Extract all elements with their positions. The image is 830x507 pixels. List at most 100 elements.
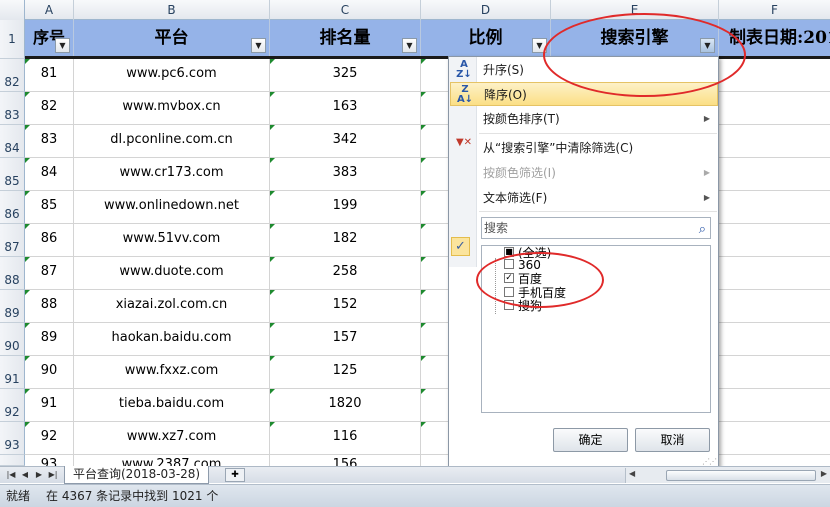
error-indicator-icon (421, 224, 426, 229)
cell-seq[interactable]: 87 (25, 257, 74, 290)
cell-platform[interactable]: www.fxxz.com (74, 356, 270, 389)
row-header[interactable]: 92 (0, 389, 25, 422)
horizontal-scrollbar[interactable]: ◀ ▶ (625, 468, 830, 483)
status-bar: 就绪 在 4367 条记录中找到 1021 个 (0, 484, 830, 507)
cell-rank[interactable]: 156 (270, 455, 421, 466)
row-header[interactable]: 89 (0, 290, 25, 323)
error-indicator-icon (25, 323, 30, 328)
cell-platform[interactable]: www.duote.com (74, 257, 270, 290)
next-sheet-icon[interactable]: ▶ (32, 468, 46, 482)
cell-seq-text: 93 (40, 457, 58, 466)
cell-rank[interactable]: 157 (270, 323, 421, 356)
row-header[interactable]: 85 (0, 158, 25, 191)
cell-seq-text: 85 (40, 198, 58, 213)
cell-platform[interactable]: www.pc6.com (74, 59, 270, 92)
row-header[interactable]: 83 (0, 92, 25, 125)
cell-platform[interactable]: www.2387.com (74, 455, 270, 466)
submenu-arrow-icon: ▶ (703, 114, 710, 123)
filter-search-input[interactable]: 搜索 ⌕ (481, 217, 711, 239)
cell-seq[interactable]: 84 (25, 158, 74, 191)
column-header-b[interactable]: B (74, 0, 270, 20)
cell-seq[interactable]: 91 (25, 389, 74, 422)
first-sheet-icon[interactable]: |◀ (4, 468, 18, 482)
row-header[interactable]: 82 (0, 59, 25, 92)
cell-rank[interactable]: 125 (270, 356, 421, 389)
cell-seq[interactable]: 89 (25, 323, 74, 356)
cell-platform[interactable]: tieba.baidu.com (74, 389, 270, 422)
cell-platform[interactable]: www.xz7.com (74, 422, 270, 455)
row-header[interactable]: 88 (0, 257, 25, 290)
select-all-corner[interactable] (0, 0, 25, 20)
cell-rank[interactable]: 152 (270, 290, 421, 323)
row-header[interactable]: 87 (0, 224, 25, 257)
cell-seq[interactable]: 88 (25, 290, 74, 323)
scroll-left-icon[interactable]: ◀ (629, 469, 635, 478)
cell-seq[interactable]: 85 (25, 191, 74, 224)
row-header[interactable]: 86 (0, 191, 25, 224)
error-indicator-icon (421, 290, 426, 295)
resize-grip-icon[interactable]: ⋰⋰ (702, 457, 717, 466)
column-header-c[interactable]: C (270, 0, 421, 20)
cell-seq[interactable]: 86 (25, 224, 74, 257)
clear-filter-item[interactable]: ▼✕ 从“搜索引擎”中清除筛选(C) (450, 136, 718, 160)
cell-platform[interactable]: www.51vv.com (74, 224, 270, 257)
cell-platform[interactable]: dl.pconline.com.cn (74, 125, 270, 158)
scroll-right-icon[interactable]: ▶ (821, 469, 827, 478)
cell-seq[interactable]: 82 (25, 92, 74, 125)
row-header[interactable]: 1 (0, 20, 25, 59)
row-header[interactable]: 84 (0, 125, 25, 158)
cell-rank[interactable]: 182 (270, 224, 421, 257)
insert-sheet-icon[interactable]: ✚ (225, 468, 245, 482)
row-header[interactable]: 91 (0, 356, 25, 389)
cell-rank[interactable]: 325 (270, 59, 421, 92)
header-platform-label: 平台 (154, 28, 189, 48)
filter-dropdown-button[interactable]: ▼ (55, 38, 70, 53)
cell-rank[interactable]: 199 (270, 191, 421, 224)
filter-by-color-item[interactable]: 按颜色筛选(I) ▶ (450, 161, 718, 185)
header-cell-rank: 排名量 ▼ (270, 20, 421, 56)
column-header-d[interactable]: D (421, 0, 551, 20)
scroll-thumb[interactable] (666, 470, 816, 481)
error-indicator-icon (421, 323, 426, 328)
cell-platform[interactable]: xiazai.zol.com.cn (74, 290, 270, 323)
cell-rank[interactable]: 163 (270, 92, 421, 125)
cell-rank[interactable]: 116 (270, 422, 421, 455)
cell-seq[interactable]: 93 (25, 455, 74, 466)
cell-rank[interactable]: 1820 (270, 389, 421, 422)
cell-seq[interactable]: 92 (25, 422, 74, 455)
prev-sheet-icon[interactable]: ◀ (18, 468, 32, 482)
cell-seq[interactable]: 83 (25, 125, 74, 158)
sheet-tab-bar: |◀ ◀ ▶ ▶| 平台查询(2018-03-28) ✚ ◀ ▶ (0, 466, 830, 484)
last-sheet-icon[interactable]: ▶| (46, 468, 60, 482)
row-header[interactable]: 93 (0, 422, 25, 455)
cell-platform[interactable]: www.mvbox.cn (74, 92, 270, 125)
cell-rank[interactable]: 258 (270, 257, 421, 290)
column-header-f[interactable]: F (719, 0, 830, 20)
text-filter-item[interactable]: 文本筛选(F) ▶ (450, 186, 718, 210)
sort-by-color-item[interactable]: 按颜色排序(T) ▶ (450, 107, 718, 131)
filter-dropdown-button[interactable]: ▼ (402, 38, 417, 53)
row-header[interactable] (0, 455, 25, 466)
error-indicator-icon (421, 422, 426, 427)
filter-dropdown-button[interactable]: ▼ (251, 38, 266, 53)
row-header[interactable]: 90 (0, 323, 25, 356)
cell-platform[interactable]: www.onlinedown.net (74, 191, 270, 224)
cell-platform[interactable]: haokan.baidu.com (74, 323, 270, 356)
cell-rank[interactable]: 342 (270, 125, 421, 158)
cell-seq[interactable]: 90 (25, 356, 74, 389)
cell-rank[interactable]: 383 (270, 158, 421, 191)
cell-rank-text: 152 (332, 297, 358, 312)
cell-platform[interactable]: www.cr173.com (74, 158, 270, 191)
error-indicator-icon (421, 158, 426, 163)
cancel-button[interactable]: 取消 (635, 428, 710, 452)
cell-rank-text: 199 (332, 198, 358, 213)
column-header-a[interactable]: A (25, 0, 74, 20)
ok-button[interactable]: 确定 (553, 428, 628, 452)
cell-seq[interactable]: 81 (25, 59, 74, 92)
cell-rank-text: 182 (332, 231, 358, 246)
sheet-tab[interactable]: 平台查询(2018-03-28) (64, 466, 210, 484)
error-indicator-icon (25, 389, 30, 394)
status-mode: 就绪 (6, 489, 31, 503)
sort-descending-label: 降序(O) (484, 88, 527, 102)
error-indicator-icon (421, 191, 426, 196)
